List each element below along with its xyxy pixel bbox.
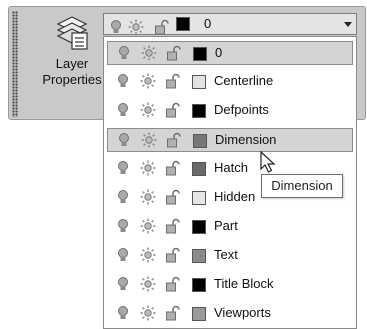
lock-icon[interactable] bbox=[165, 102, 181, 118]
lock-icon[interactable] bbox=[165, 73, 181, 89]
layer-item[interactable]: 0 bbox=[107, 41, 353, 65]
color-swatch[interactable] bbox=[192, 249, 206, 263]
color-swatch[interactable] bbox=[192, 220, 206, 234]
freeze-sun-icon[interactable] bbox=[140, 189, 156, 205]
layer-name: Dimension bbox=[215, 132, 277, 147]
layer-combo-box[interactable]: 0 bbox=[103, 13, 357, 35]
tooltip: Dimension bbox=[261, 174, 343, 198]
layer-item[interactable]: Centerline bbox=[107, 70, 353, 94]
color-swatch[interactable] bbox=[192, 104, 206, 118]
on-off-bulb-icon[interactable] bbox=[117, 160, 131, 176]
lock-icon[interactable] bbox=[165, 276, 181, 292]
freeze-sun-icon[interactable] bbox=[140, 73, 156, 89]
color-swatch[interactable] bbox=[192, 191, 206, 205]
color-swatch[interactable] bbox=[192, 162, 206, 176]
freeze-sun-icon[interactable] bbox=[140, 160, 156, 176]
freeze-sun-icon[interactable] bbox=[140, 247, 156, 263]
lock-icon[interactable] bbox=[165, 160, 181, 176]
on-off-bulb-icon[interactable] bbox=[117, 218, 131, 234]
freeze-sun-icon[interactable] bbox=[141, 45, 157, 61]
freeze-sun-icon[interactable] bbox=[140, 102, 156, 118]
layer-name: Viewports bbox=[214, 305, 271, 320]
lock-icon[interactable] bbox=[166, 132, 182, 148]
layer-name: Hidden bbox=[214, 189, 256, 204]
on-off-bulb-icon[interactable] bbox=[118, 132, 132, 148]
current-layer-name: 0 bbox=[204, 16, 212, 31]
color-swatch[interactable] bbox=[192, 307, 206, 321]
color-swatch bbox=[176, 17, 190, 31]
layer-name: Defpoints bbox=[214, 102, 269, 117]
layer-name: 0 bbox=[215, 45, 223, 60]
mouse-pointer-icon bbox=[260, 150, 276, 173]
layer-item[interactable]: Viewports bbox=[107, 302, 353, 326]
color-swatch[interactable] bbox=[193, 47, 207, 61]
on-off-bulb-icon[interactable] bbox=[118, 45, 132, 61]
on-off-bulb-icon[interactable] bbox=[117, 276, 131, 292]
lock-icon[interactable] bbox=[165, 189, 181, 205]
layer-item[interactable]: Dimension bbox=[107, 128, 353, 152]
on-off-bulb-icon[interactable] bbox=[117, 189, 131, 205]
layer-name: Part bbox=[214, 218, 238, 233]
lock-icon[interactable] bbox=[166, 45, 182, 61]
freeze-sun-icon[interactable] bbox=[140, 305, 156, 321]
freeze-sun-icon bbox=[128, 19, 144, 35]
freeze-sun-icon[interactable] bbox=[141, 132, 157, 148]
color-swatch[interactable] bbox=[192, 75, 206, 89]
color-swatch[interactable] bbox=[192, 278, 206, 292]
layer-name: Title Block bbox=[214, 276, 274, 291]
lock-icon[interactable] bbox=[165, 247, 181, 263]
layer-properties-icon bbox=[56, 16, 88, 50]
layer-item[interactable]: Part bbox=[107, 215, 353, 239]
layer-item[interactable]: Text bbox=[107, 244, 353, 268]
lock-icon[interactable] bbox=[165, 305, 181, 321]
layer-name: Centerline bbox=[214, 73, 274, 88]
on-off-bulb-icon[interactable] bbox=[117, 247, 131, 263]
freeze-sun-icon[interactable] bbox=[140, 218, 156, 234]
on-off-bulb-icon bbox=[111, 20, 121, 34]
on-off-bulb-icon[interactable] bbox=[117, 73, 131, 89]
freeze-sun-icon[interactable] bbox=[140, 276, 156, 292]
lock-icon bbox=[154, 19, 169, 35]
on-off-bulb-icon[interactable] bbox=[117, 305, 131, 321]
layer-properties-label: Layer Properties bbox=[42, 56, 102, 87]
dropdown-arrow-icon[interactable] bbox=[344, 22, 352, 27]
layer-name: Hatch bbox=[214, 160, 248, 175]
color-swatch[interactable] bbox=[193, 134, 207, 148]
on-off-bulb-icon[interactable] bbox=[117, 102, 131, 118]
layer-item[interactable]: Defpoints bbox=[107, 99, 353, 123]
layer-item[interactable]: Title Block bbox=[107, 273, 353, 297]
lock-icon[interactable] bbox=[165, 218, 181, 234]
panel-grip[interactable] bbox=[12, 11, 18, 117]
layer-properties-button[interactable]: Layer Properties bbox=[35, 11, 109, 115]
layer-name: Text bbox=[214, 247, 238, 262]
